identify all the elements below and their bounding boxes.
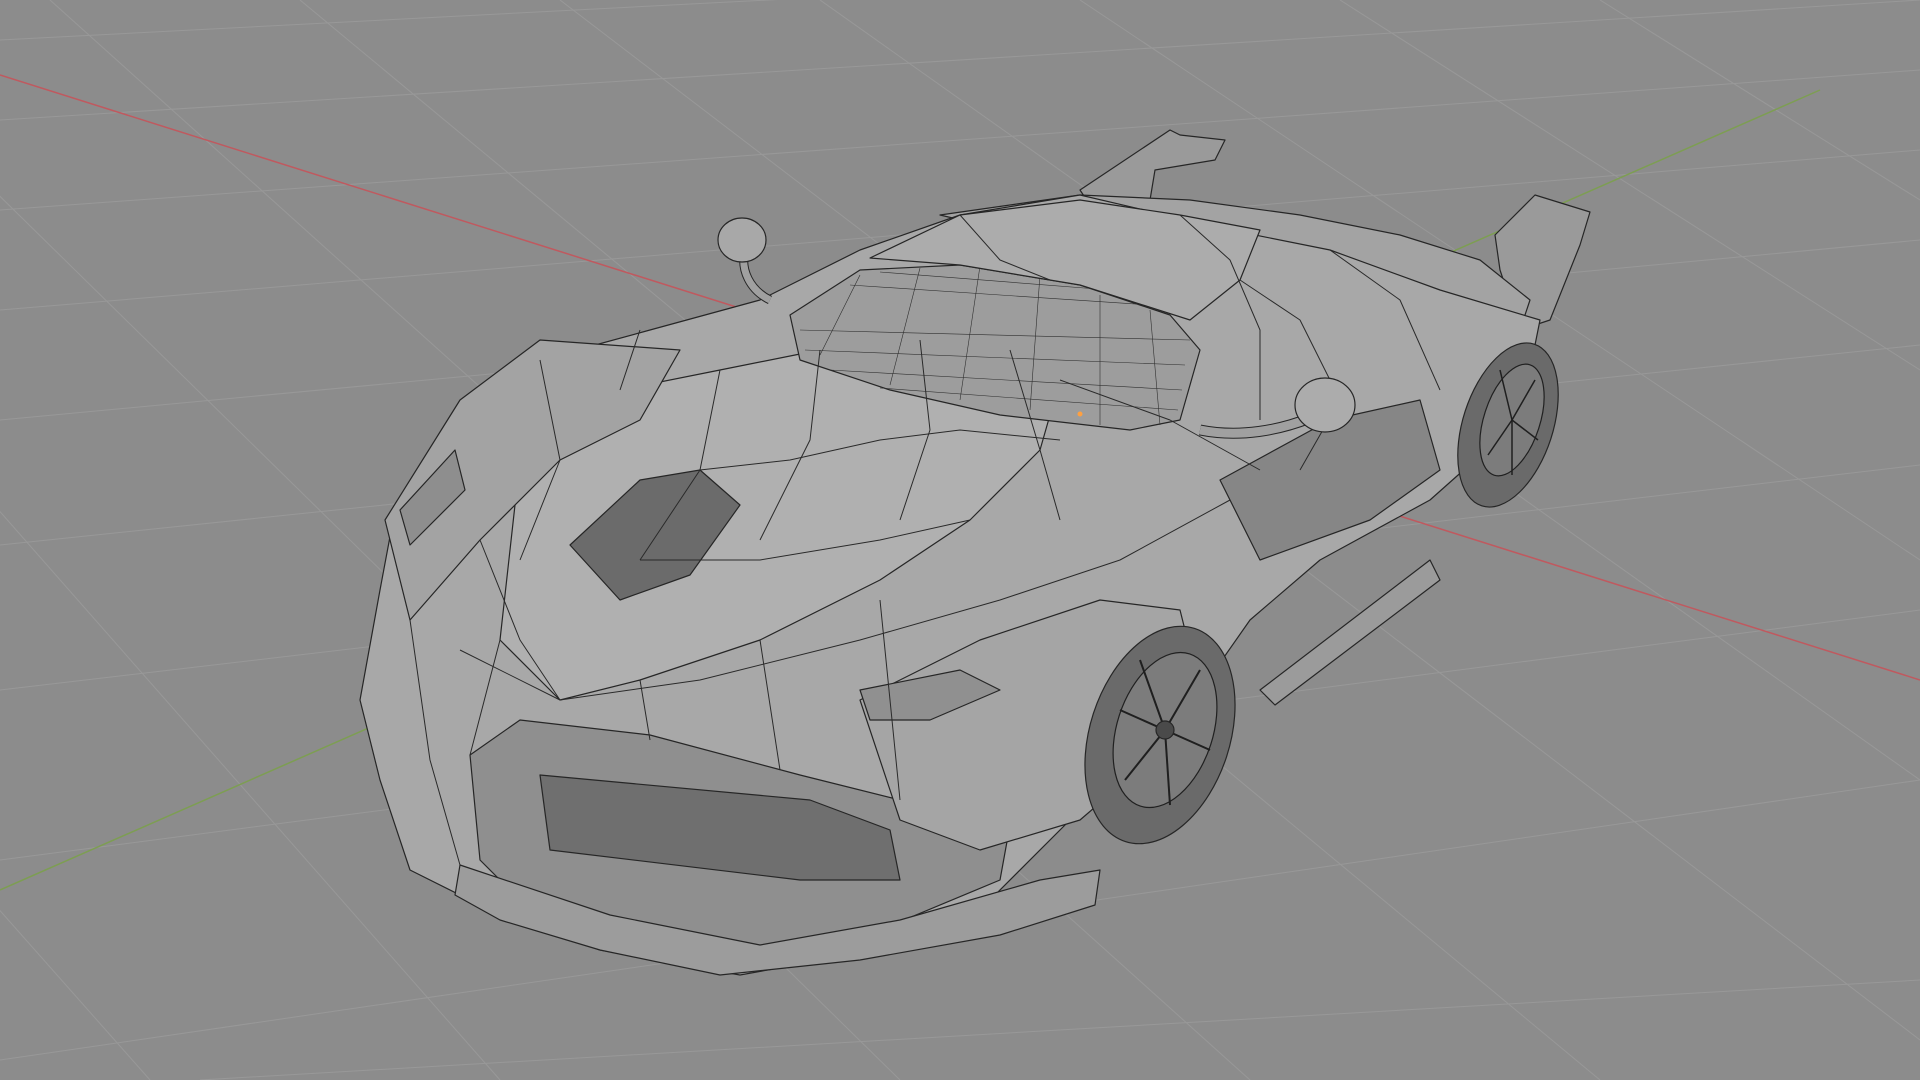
viewport-canvas[interactable] [0,0,1920,1080]
3d-viewport[interactable] [0,0,1920,1080]
origin-dot-icon [1077,411,1083,417]
